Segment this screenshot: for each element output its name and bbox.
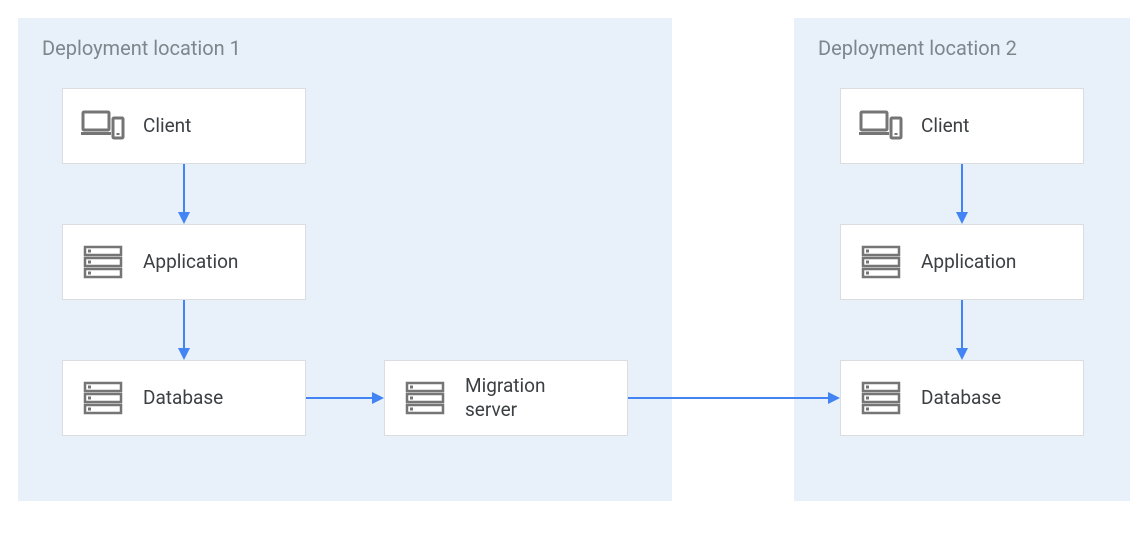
server-rack-icon [859,376,903,420]
node-client-2: Client [840,88,1084,164]
node-application-2-label: Application [921,250,1016,274]
node-database-1: Database [62,360,306,436]
server-rack-icon [81,240,125,284]
node-application-1-label: Application [143,250,238,274]
node-client-2-label: Client [921,114,969,138]
server-rack-icon [81,376,125,420]
client-devices-icon [859,104,903,148]
node-migration-server-label: Migration server [465,374,545,422]
node-migration-server: Migration server [384,360,628,436]
node-database-2-label: Database [921,386,1001,410]
node-application-1: Application [62,224,306,300]
region-1-title: Deployment location 1 [42,36,648,60]
node-application-2: Application [840,224,1084,300]
server-rack-icon [403,376,447,420]
node-client-1: Client [62,88,306,164]
server-rack-icon [859,240,903,284]
node-client-1-label: Client [143,114,191,138]
region-2-title: Deployment location 2 [818,36,1106,60]
client-devices-icon [81,104,125,148]
node-database-1-label: Database [143,386,223,410]
node-database-2: Database [840,360,1084,436]
